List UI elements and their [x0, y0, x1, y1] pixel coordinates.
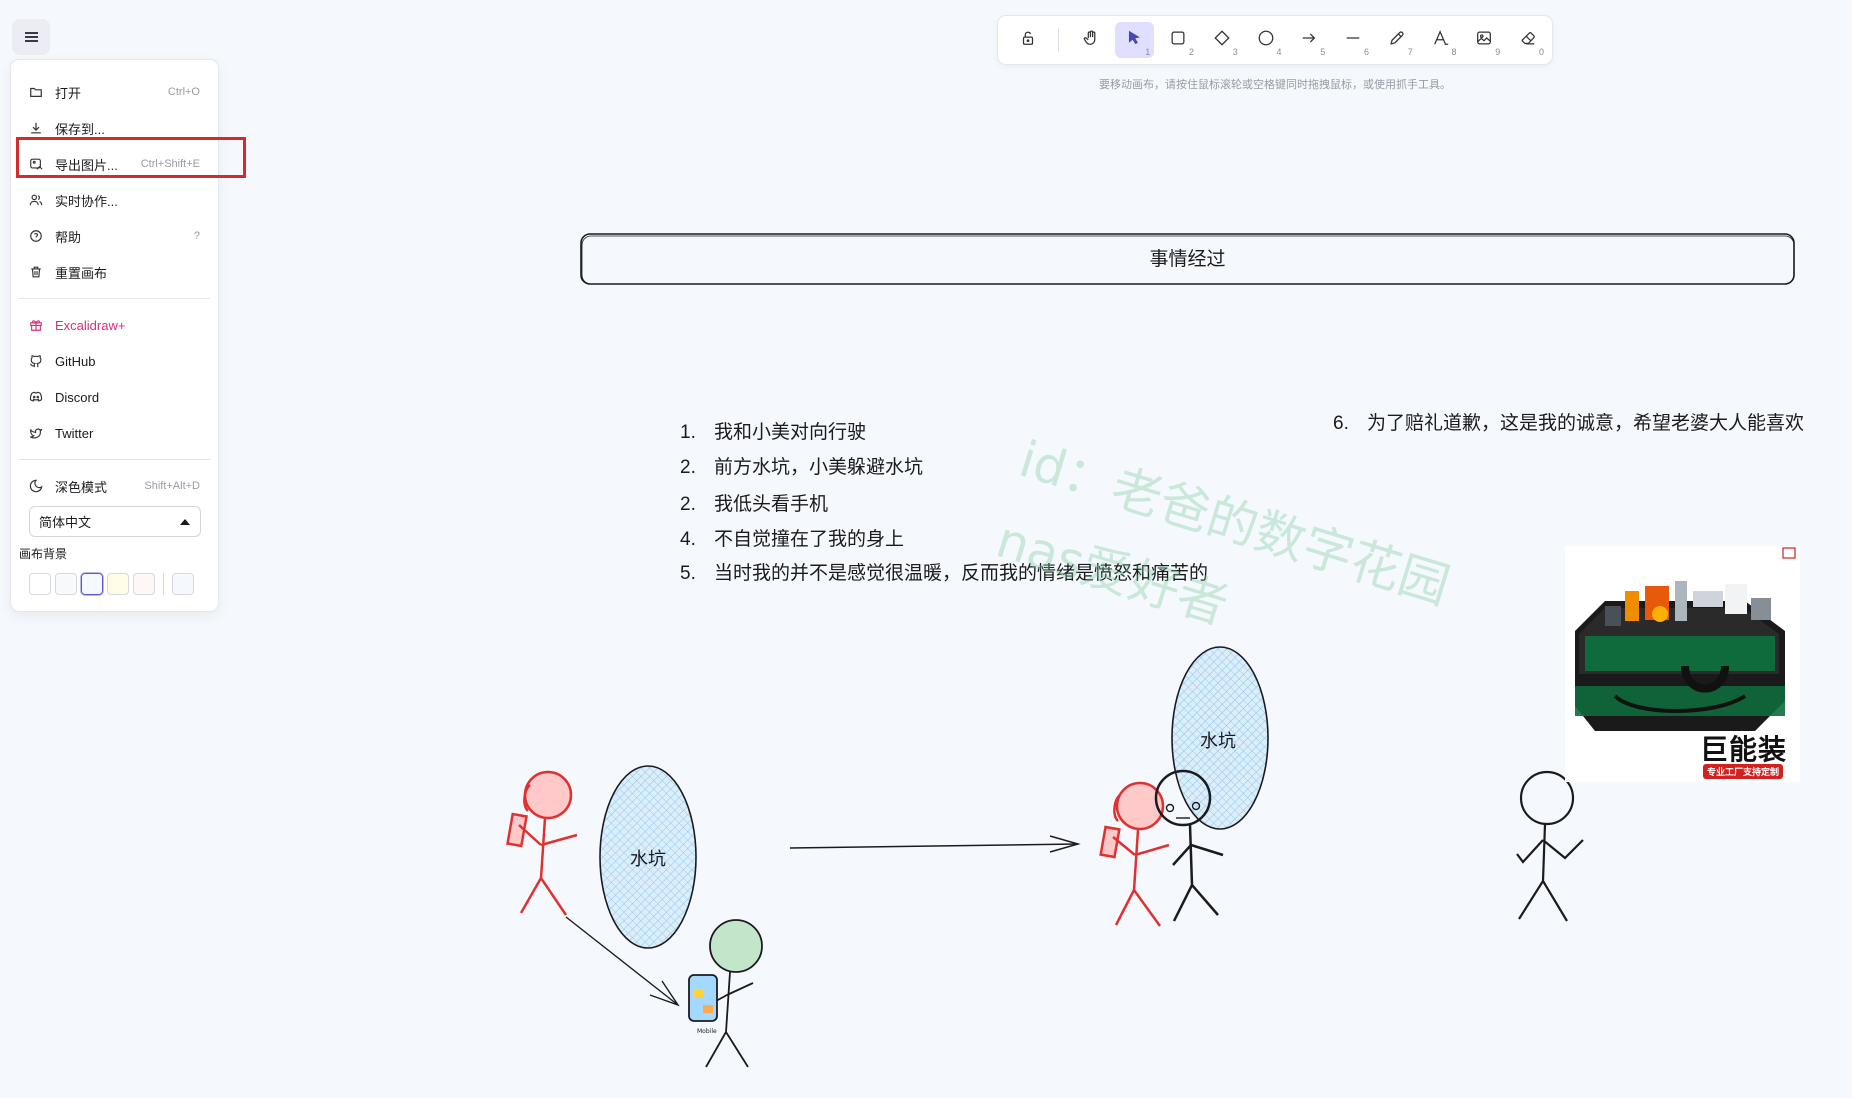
list-text: 前方水坑，小美躲避水坑: [714, 456, 924, 478]
phone-label: Mobile: [697, 1028, 717, 1035]
list-number: 4.: [680, 528, 696, 550]
product-subtitle-badge: 专业工厂支持定制: [1703, 764, 1784, 779]
list-text: 不自觉撞在了我的身上: [714, 528, 905, 550]
red-figure-right[interactable]: [1099, 781, 1170, 927]
stick-figure-right[interactable]: [1516, 770, 1584, 922]
list-item: 1. 我和小美对向行驶: [680, 416, 1208, 451]
list-text: 为了赔礼道歉，这是我的诚意，希望老婆大人能喜欢: [1367, 413, 1805, 434]
green-figure-with-phone[interactable]: [688, 919, 763, 1068]
list-item-six[interactable]: 6. 为了赔礼道歉，这是我的诚意，希望老婆大人能喜欢: [1333, 408, 1804, 435]
product-title-text: 巨能装: [1700, 734, 1788, 765]
list-number: 2.: [680, 456, 696, 478]
title-box-text: 事情经过: [1149, 249, 1226, 270]
puddle-label-right: 水坑: [1200, 731, 1236, 751]
list-text: 我低头看手机: [714, 494, 829, 515]
puddle-label-left: 水坑: [630, 849, 666, 869]
red-figure-left[interactable]: [506, 770, 578, 916]
list-number: 1.: [680, 422, 696, 443]
list-number: 6.: [1333, 413, 1349, 434]
list-number: 5.: [680, 563, 696, 584]
list-number: 2.: [680, 494, 696, 515]
list-text: 我和小美对向行驶: [714, 422, 867, 443]
arrow-horizontal[interactable]: [789, 835, 1081, 853]
